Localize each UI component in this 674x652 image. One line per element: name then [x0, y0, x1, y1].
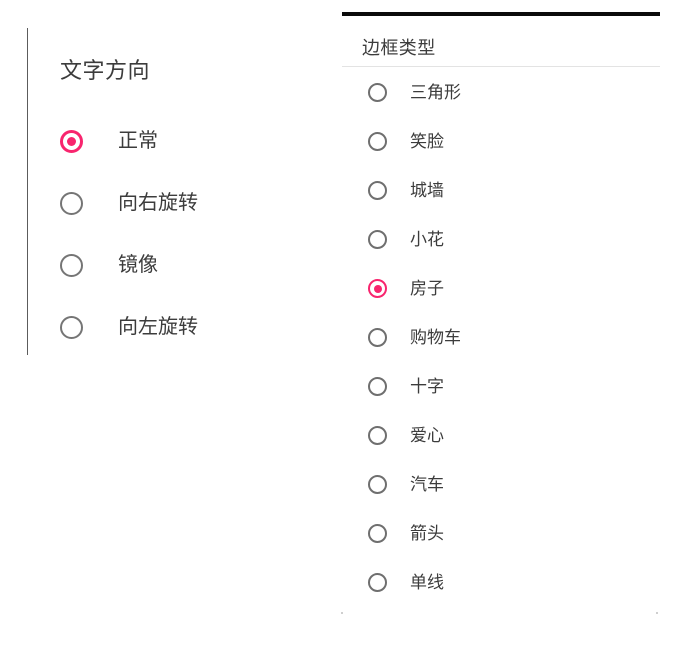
text-direction-option-label: 正常	[118, 130, 158, 152]
border-type-option-row[interactable]: 三角形	[368, 68, 658, 117]
border-type-option-row[interactable]: 单线	[368, 558, 658, 607]
radio-unselected-icon[interactable]	[368, 83, 387, 102]
text-direction-option-row[interactable]: 向左旋转	[60, 296, 320, 358]
radio-unselected-icon[interactable]	[368, 524, 387, 543]
text-direction-panel: 文字方向 正常向右旋转镜像向左旋转	[0, 0, 330, 652]
radio-selected-icon[interactable]	[368, 279, 387, 298]
border-type-option-row[interactable]: 小花	[368, 215, 658, 264]
border-type-option-label: 三角形	[410, 83, 461, 102]
border-type-option-label: 箭头	[410, 524, 444, 543]
text-direction-option-row[interactable]: 向右旋转	[60, 172, 320, 234]
panel-corner-marker-right	[656, 612, 658, 614]
border-type-option-row[interactable]: 汽车	[368, 460, 658, 509]
border-type-option-label: 单线	[410, 573, 444, 592]
left-panel-vertical-rule	[27, 28, 28, 355]
text-direction-option-label: 向右旋转	[118, 192, 198, 214]
text-direction-radio-group: 正常向右旋转镜像向左旋转	[60, 110, 320, 358]
border-type-panel: 边框类型 三角形笑脸城墙小花房子购物车十字爱心汽车箭头单线	[330, 0, 674, 652]
border-type-option-row[interactable]: 笑脸	[368, 117, 658, 166]
text-direction-panel-title: 文字方向	[60, 58, 151, 83]
radio-unselected-icon[interactable]	[368, 573, 387, 592]
radio-unselected-icon[interactable]	[368, 132, 387, 151]
radio-unselected-icon[interactable]	[60, 315, 83, 339]
text-direction-option-row[interactable]: 镜像	[60, 234, 320, 296]
radio-unselected-icon[interactable]	[60, 191, 83, 215]
border-type-option-label: 城墙	[410, 181, 444, 200]
border-type-option-label: 房子	[410, 279, 444, 298]
text-direction-option-label: 向左旋转	[118, 316, 198, 338]
border-type-option-row[interactable]: 购物车	[368, 313, 658, 362]
settings-screen: 文字方向 正常向右旋转镜像向左旋转 边框类型 三角形笑脸城墙小花房子购物车十字爱…	[0, 0, 674, 652]
radio-unselected-icon[interactable]	[368, 426, 387, 445]
text-direction-option-label: 镜像	[118, 254, 158, 276]
radio-unselected-icon[interactable]	[368, 377, 387, 396]
text-direction-option-row[interactable]: 正常	[60, 110, 320, 172]
border-type-option-label: 十字	[410, 377, 444, 396]
border-type-option-row[interactable]: 爱心	[368, 411, 658, 460]
panel-corner-marker-left	[341, 612, 343, 614]
radio-unselected-icon[interactable]	[368, 475, 387, 494]
border-type-option-row[interactable]: 十字	[368, 362, 658, 411]
border-type-panel-topbar	[342, 12, 660, 16]
radio-unselected-icon[interactable]	[368, 181, 387, 200]
border-type-panel-title: 边框类型	[362, 38, 436, 58]
radio-selected-icon[interactable]	[60, 129, 83, 153]
radio-unselected-icon[interactable]	[60, 253, 83, 277]
border-type-radio-group: 三角形笑脸城墙小花房子购物车十字爱心汽车箭头单线	[368, 68, 658, 607]
border-type-option-label: 爱心	[410, 426, 444, 445]
border-type-option-label: 购物车	[410, 328, 461, 347]
border-type-header-divider	[342, 66, 660, 67]
border-type-option-row[interactable]: 箭头	[368, 509, 658, 558]
border-type-option-row[interactable]: 城墙	[368, 166, 658, 215]
border-type-option-row[interactable]: 房子	[368, 264, 658, 313]
radio-unselected-icon[interactable]	[368, 230, 387, 249]
border-type-option-label: 汽车	[410, 475, 444, 494]
radio-unselected-icon[interactable]	[368, 328, 387, 347]
border-type-option-label: 笑脸	[410, 132, 444, 151]
border-type-option-label: 小花	[410, 230, 444, 249]
